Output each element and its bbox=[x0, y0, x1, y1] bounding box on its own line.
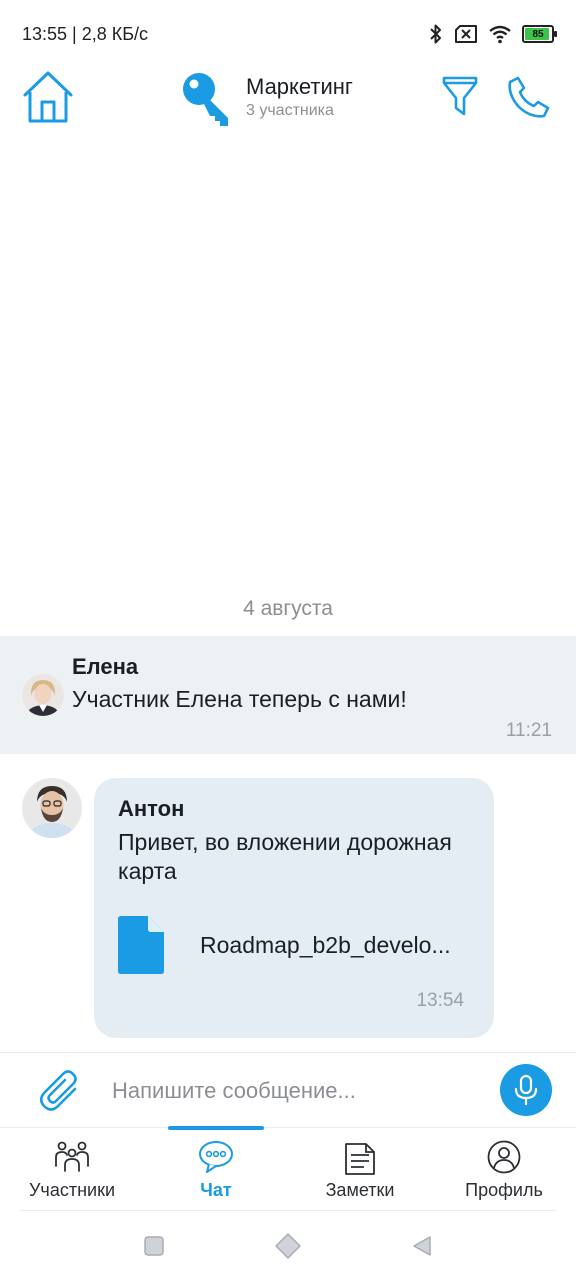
home-nav-button[interactable] bbox=[274, 1232, 302, 1260]
message-input[interactable] bbox=[112, 1071, 482, 1111]
microphone-icon bbox=[514, 1075, 538, 1105]
recent-apps-button[interactable] bbox=[140, 1232, 168, 1260]
tab-label: Профиль bbox=[465, 1180, 543, 1200]
bottom-tab-bar: Участники Чат Заметки Профиль bbox=[0, 1126, 576, 1212]
avatar[interactable] bbox=[22, 778, 82, 838]
message-composer bbox=[0, 1052, 576, 1127]
date-separator: 4 августа bbox=[243, 597, 333, 620]
filter-icon bbox=[442, 76, 478, 116]
tab-chat[interactable]: Чат bbox=[144, 1128, 288, 1212]
back-button[interactable] bbox=[408, 1232, 436, 1260]
battery-level: 85 bbox=[532, 28, 544, 40]
bluetooth-icon bbox=[430, 24, 441, 44]
profile-icon bbox=[487, 1140, 521, 1174]
people-icon bbox=[55, 1141, 89, 1172]
attach-button[interactable] bbox=[36, 1067, 86, 1117]
square-icon bbox=[144, 1236, 164, 1256]
tab-participants[interactable]: Участники bbox=[0, 1128, 144, 1212]
key-icon bbox=[180, 70, 236, 126]
status-time-speed: 13:55 | 2,8 КБ/с bbox=[22, 24, 149, 44]
diamond-icon bbox=[275, 1233, 301, 1259]
chat-title: Маркетинг bbox=[246, 74, 353, 99]
wifi-icon bbox=[489, 25, 511, 44]
home-icon bbox=[23, 71, 73, 123]
system-message: Елена Участник Елена теперь с нами! 11:2… bbox=[0, 636, 576, 754]
tab-label: Участники bbox=[29, 1180, 115, 1200]
attachment-name[interactable]: Roadmap_b2b_develo... bbox=[200, 932, 470, 959]
sim-off-icon bbox=[455, 25, 477, 43]
paperclip-icon bbox=[39, 1070, 77, 1111]
phone-icon bbox=[508, 76, 550, 118]
divider bbox=[20, 1210, 556, 1211]
tab-notes[interactable]: Заметки bbox=[288, 1128, 432, 1212]
message-time: 11:21 bbox=[505, 720, 552, 741]
chat-icon bbox=[199, 1141, 233, 1173]
message-author: Антон bbox=[118, 796, 185, 821]
status-icons: 85 bbox=[428, 20, 557, 48]
system-navigation-bar bbox=[0, 1212, 576, 1280]
message-bubble[interactable]: Антон Привет, во вложении дорожная карта… bbox=[94, 778, 494, 1038]
filter-button[interactable] bbox=[440, 74, 480, 118]
file-icon[interactable] bbox=[118, 916, 164, 974]
message-time: 13:54 bbox=[416, 990, 464, 1011]
tab-label: Чат bbox=[200, 1180, 232, 1200]
triangle-back-icon bbox=[413, 1236, 431, 1256]
call-button[interactable] bbox=[506, 74, 552, 120]
notes-icon bbox=[345, 1143, 375, 1175]
home-button[interactable] bbox=[22, 70, 74, 124]
tab-profile[interactable]: Профиль bbox=[432, 1128, 576, 1212]
avatar[interactable] bbox=[22, 674, 64, 716]
system-message-text: Участник Елена теперь с нами! bbox=[72, 686, 407, 712]
message-text: Привет, во вложении дорожная карта bbox=[118, 829, 452, 884]
voice-record-button[interactable] bbox=[500, 1064, 552, 1116]
battery-icon: 85 bbox=[522, 25, 557, 43]
tab-label: Заметки bbox=[325, 1180, 395, 1200]
participant-count: 3 участника bbox=[246, 102, 334, 119]
message-author: Елена bbox=[72, 654, 139, 679]
chat-header: Маркетинг 3 участника bbox=[0, 60, 576, 140]
